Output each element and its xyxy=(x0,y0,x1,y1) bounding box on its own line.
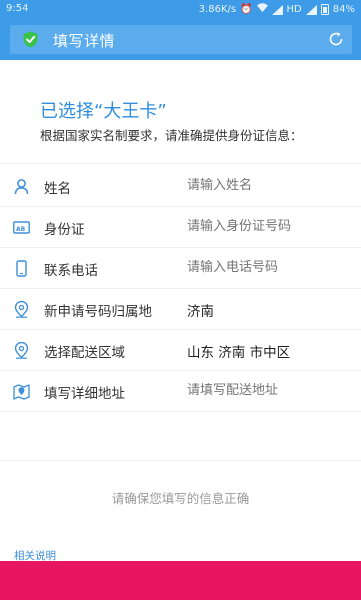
page-title: 填写详情 xyxy=(53,32,116,50)
number-location-value[interactable]: 济南 xyxy=(187,300,214,320)
battery-percent: 84% xyxy=(332,4,355,15)
selected-plan-title: 已选择“大王卡” xyxy=(40,101,167,122)
phone-icon xyxy=(16,260,27,277)
verified-shield-icon xyxy=(23,31,38,48)
id-card-input[interactable] xyxy=(187,219,355,234)
delivery-area-value[interactable]: 山东 济南 市中区 xyxy=(187,341,290,361)
alarm-icon: ⏰ xyxy=(240,3,253,15)
map-icon xyxy=(13,384,30,400)
svg-text:AB: AB xyxy=(16,226,26,233)
bottom-action-bar[interactable] xyxy=(0,561,361,600)
signal-icon-2 xyxy=(305,4,317,15)
address-label: 填写详细地址 xyxy=(44,386,125,402)
status-icons: 3.86K/s ⏰ HD 84% xyxy=(199,3,355,16)
person-icon xyxy=(14,179,29,195)
refresh-icon[interactable] xyxy=(328,31,344,47)
id-card-label: 身份证 xyxy=(44,222,85,238)
status-bar: 9:54 3.86K/s ⏰ HD 84% xyxy=(0,0,361,18)
address-input[interactable] xyxy=(187,383,355,398)
network-type: HD xyxy=(286,4,302,15)
app-header: 填写详情 xyxy=(0,18,361,60)
section-divider xyxy=(0,163,361,164)
accuracy-hint: 请确保您填写的信息正确 xyxy=(111,491,250,506)
phone-label: 联系电话 xyxy=(44,263,98,279)
number-location-label: 新申请号码归属地 xyxy=(44,304,152,320)
form-row-number-location[interactable]: 新申请号码归属地 济南 xyxy=(0,289,361,329)
signal-icon xyxy=(271,4,283,15)
location-pin-icon xyxy=(14,342,29,359)
title-bar: 填写详情 xyxy=(10,25,352,54)
form-row-phone[interactable]: 联系电话 xyxy=(0,248,361,288)
id-card-icon: AB xyxy=(13,221,30,234)
location-pin-icon xyxy=(14,301,29,318)
name-input[interactable] xyxy=(187,178,355,193)
phone-input[interactable] xyxy=(187,260,355,275)
form-row-name[interactable]: 姓名 xyxy=(0,166,361,206)
battery-icon xyxy=(320,4,329,15)
network-speed: 3.86K/s xyxy=(198,4,237,15)
delivery-area-label: 选择配送区域 xyxy=(44,345,125,361)
form-row-delivery-area[interactable]: 选择配送区域 山东 济南 市中区 xyxy=(0,330,361,370)
wifi-icon xyxy=(256,3,268,16)
row-divider xyxy=(0,411,361,412)
form-row-address[interactable]: 填写详细地址 xyxy=(0,371,361,411)
status-time: 9:54 xyxy=(6,3,29,14)
section-divider xyxy=(0,460,361,461)
identity-requirement-text: 根据国家实名制要求，请准确提供身份证信息： xyxy=(40,128,303,143)
name-label: 姓名 xyxy=(44,181,71,197)
form-row-id-card[interactable]: AB 身份证 xyxy=(0,207,361,247)
